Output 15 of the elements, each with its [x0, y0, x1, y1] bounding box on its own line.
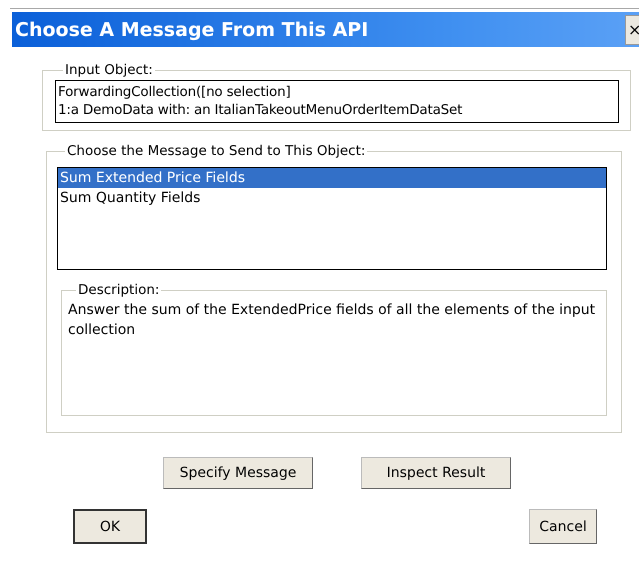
action-button[interactable]: Specify Message	[163, 457, 313, 489]
window-title: Choose A Message From This API	[14, 18, 368, 40]
list-item[interactable]: Sum Extended Price Fields	[58, 168, 606, 188]
cancel-button[interactable]: Cancel	[529, 509, 597, 544]
group-label: Choose the Message to Send to This Object:	[66, 143, 366, 159]
object-line: ForwardingCollection([no selection]	[58, 83, 292, 101]
message-list[interactable]: Sum Extended Price Fields Sum Quantity Fields	[57, 167, 607, 270]
action-button[interactable]: Inspect Result	[361, 457, 511, 489]
group-label: Input Object:	[64, 62, 154, 78]
object-line: 1:a DemoData with: an ItalianTakeoutMenuOrderItemDataSet	[58, 101, 464, 119]
close-button[interactable]: ×	[625, 14, 639, 44]
ok-button[interactable]: OK	[73, 509, 147, 544]
group-label: Description:	[77, 282, 160, 298]
list-item[interactable]: Sum Quantity Fields	[58, 188, 606, 208]
description-text: Answer the sum of the ExtendedPrice fields of all the elements of the input collection	[68, 301, 596, 340]
